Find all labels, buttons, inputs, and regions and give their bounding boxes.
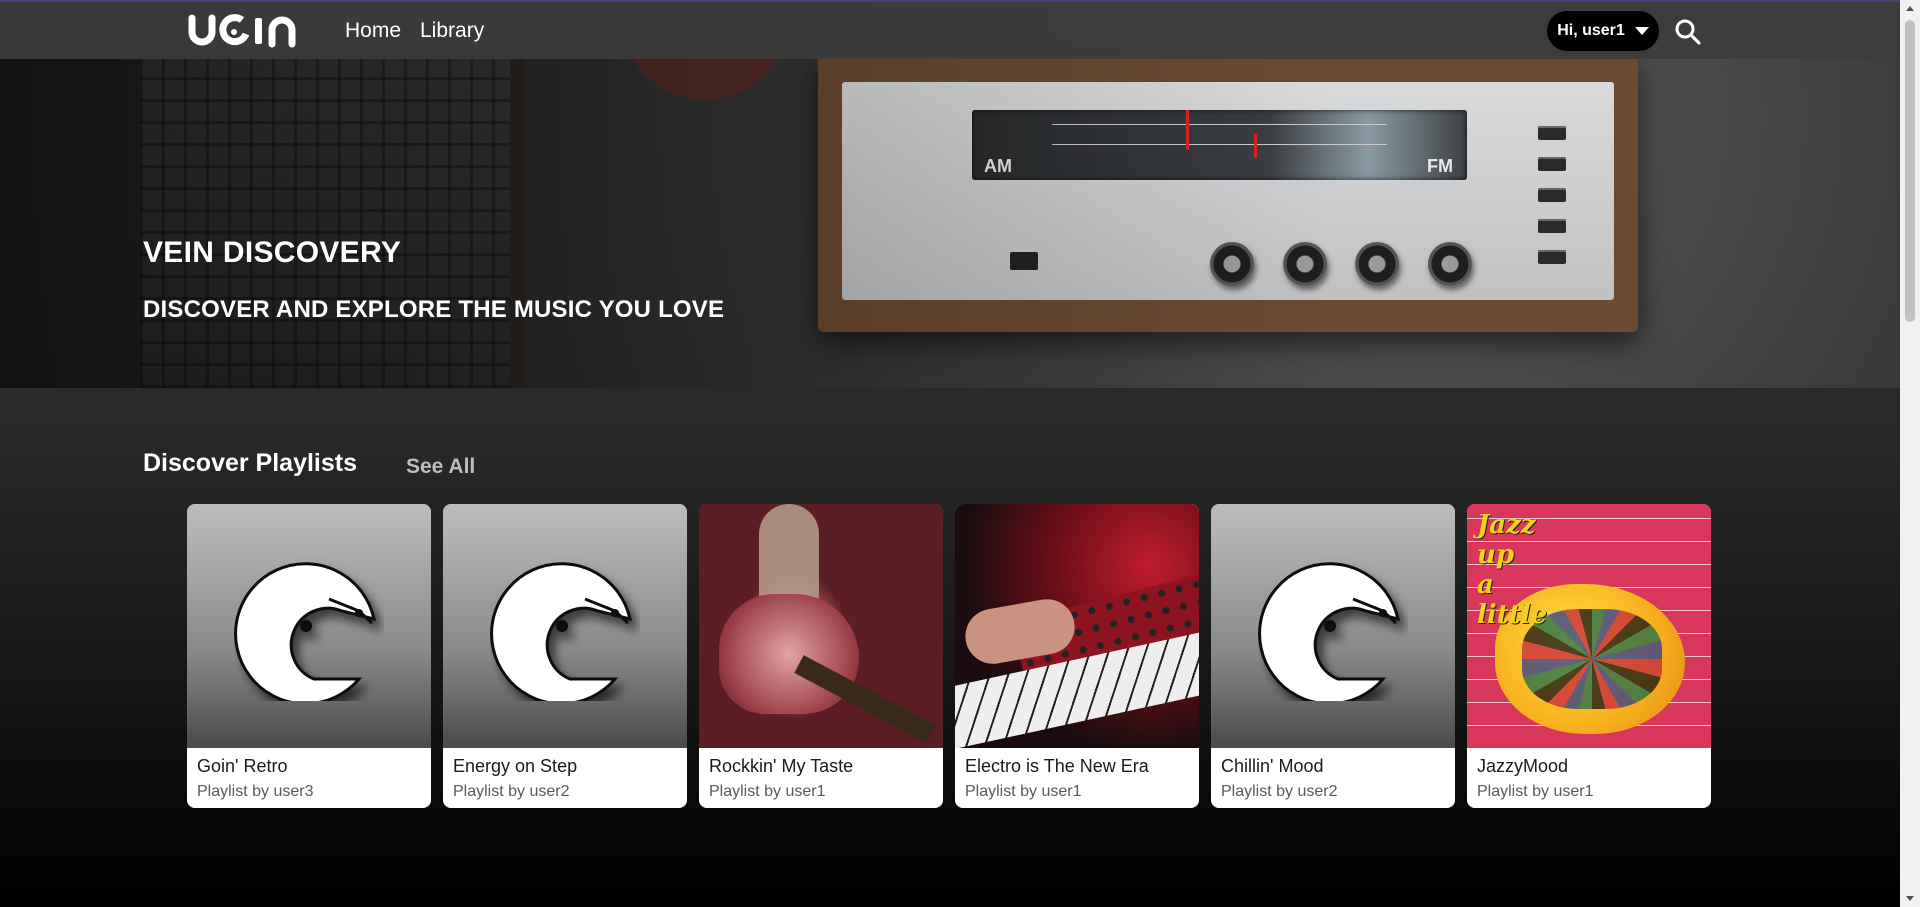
playlist-owner: Playlist by user2 (1221, 783, 1338, 800)
playlist-cover-default (1211, 504, 1455, 748)
playlist-name: Electro is The New Era (965, 756, 1149, 776)
scroll-up-arrow-icon[interactable] (1906, 6, 1914, 11)
playlist-meta: Electro is The New Era Playlist by user1 (955, 748, 1199, 808)
search-icon[interactable] (1674, 18, 1702, 46)
playlist-name: JazzyMood (1477, 756, 1569, 776)
vein-disc-logo-icon (490, 562, 632, 701)
see-all-link[interactable]: See All (406, 455, 475, 479)
playlist-owner: Playlist by user1 (709, 783, 826, 800)
nav-library-link[interactable]: Library (420, 19, 484, 43)
playlist-owner: Playlist by user3 (197, 783, 314, 800)
vein-disc-logo-icon (1258, 562, 1400, 701)
scrollbar-thumb[interactable] (1905, 20, 1915, 322)
playlist-owner: Playlist by user2 (453, 783, 570, 800)
user-menu-label: Hi, user1 (1557, 22, 1625, 39)
hero-subtitle: DISCOVER AND EXPLORE THE MUSIC YOU LOVE (143, 296, 725, 323)
vein-disc-logo-icon (234, 562, 376, 701)
playlist-cover-default (443, 504, 687, 748)
jazz-art-lettering: Jazz up a little (1477, 510, 1548, 630)
section-title: Discover Playlists (143, 449, 358, 477)
scroll-down-arrow-icon[interactable] (1906, 896, 1914, 901)
playlist-meta: Rockkin' My Taste Playlist by user1 (699, 748, 943, 808)
playlist-meta: JazzyMood Playlist by user1 (1467, 748, 1711, 808)
playlist-cover-default (187, 504, 431, 748)
playlist-card-row: Goin' Retro Playlist by user3 Energy on … (187, 504, 1711, 808)
chevron-down-icon (1634, 27, 1649, 35)
playlist-card[interactable]: Goin' Retro Playlist by user3 (187, 504, 431, 808)
playlist-cover-keyboard-photo (955, 504, 1199, 748)
playlist-name: Goin' Retro (197, 756, 288, 776)
playlist-name: Energy on Step (453, 756, 578, 776)
hero-title: VEIN DISCOVERY (143, 236, 402, 269)
top-navbar: Home Library Hi, user1 (0, 0, 1900, 59)
playlist-owner: Playlist by user1 (965, 783, 1082, 800)
playlist-meta: Energy on Step Playlist by user2 (443, 748, 687, 808)
playlist-owner: Playlist by user1 (1477, 783, 1594, 800)
playlist-card[interactable]: Jazz up a little JazzyMood Playlist by u… (1467, 504, 1711, 808)
playlist-name: Chillin' Mood (1221, 756, 1324, 776)
playlist-card[interactable]: Chillin' Mood Playlist by user2 (1211, 504, 1455, 808)
playlist-cover-guitar-photo (699, 504, 943, 748)
nav-home-link[interactable]: Home (345, 19, 401, 43)
playlist-cover-jazz-artwork: Jazz up a little (1467, 504, 1711, 748)
playlist-name: Rockkin' My Taste (709, 756, 854, 776)
playlist-card[interactable]: Energy on Step Playlist by user2 (443, 504, 687, 808)
playlist-meta: Chillin' Mood Playlist by user2 (1211, 748, 1455, 808)
playlist-meta: Goin' Retro Playlist by user3 (187, 748, 431, 808)
vein-logo[interactable] (188, 12, 308, 48)
playlist-card[interactable]: Rockkin' My Taste Playlist by user1 (699, 504, 943, 808)
playlist-card[interactable]: Electro is The New Era Playlist by user1 (955, 504, 1199, 808)
page-scrollbar[interactable] (1900, 0, 1920, 907)
user-menu-button[interactable]: Hi, user1 (1547, 11, 1659, 51)
